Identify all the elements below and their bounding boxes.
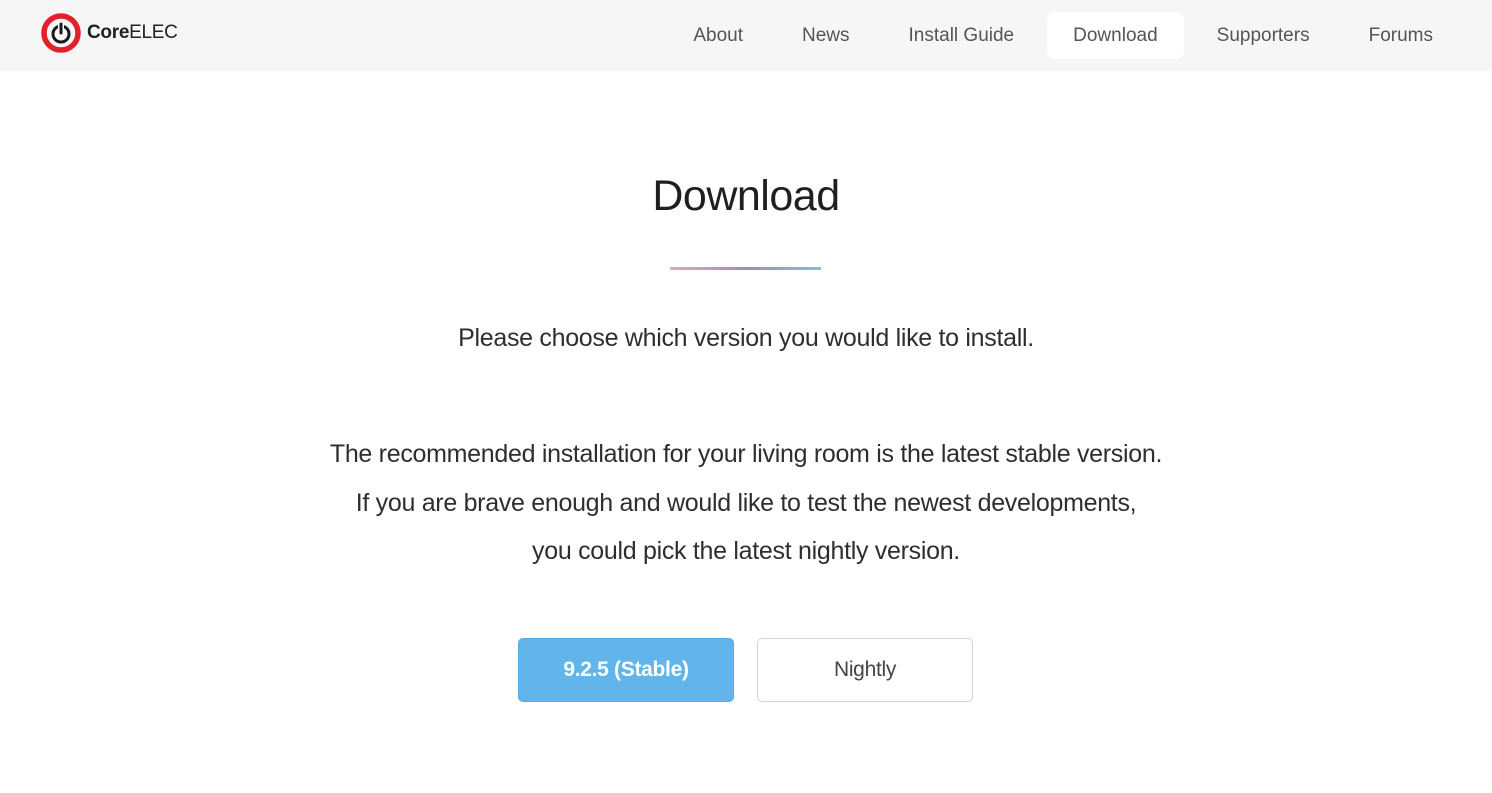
description-line: you could pick the latest nightly versio… [532, 537, 960, 565]
lead-text: Please choose which version you would li… [458, 324, 1034, 352]
nav-item-supporters[interactable]: Supporters [1191, 12, 1336, 59]
navbar: CoreELEC About News Install Guide Downlo… [0, 0, 1492, 71]
nav-item-forums[interactable]: Forums [1343, 12, 1459, 59]
brand-logo[interactable]: CoreELEC [41, 12, 178, 54]
nightly-download-button[interactable]: Nightly [757, 638, 973, 702]
nav-item-about[interactable]: About [667, 12, 769, 59]
page-title: Download [652, 172, 840, 220]
description-line: If you are brave enough and would like t… [355, 488, 1137, 517]
description-line: The recommended installation for your li… [329, 440, 1163, 468]
main-nav: About News Install Guide Download Suppor… [660, 12, 1459, 59]
nav-item-download[interactable]: Download [1047, 12, 1184, 59]
title-divider [670, 267, 821, 270]
nav-item-install-guide[interactable]: Install Guide [883, 12, 1041, 59]
description: The recommended installation for your li… [0, 430, 1492, 576]
power-icon [41, 13, 81, 53]
stable-download-button[interactable]: 9.2.5 (Stable) [518, 638, 734, 702]
nav-item-news[interactable]: News [776, 12, 876, 59]
brand-name: CoreELEC [87, 22, 178, 43]
